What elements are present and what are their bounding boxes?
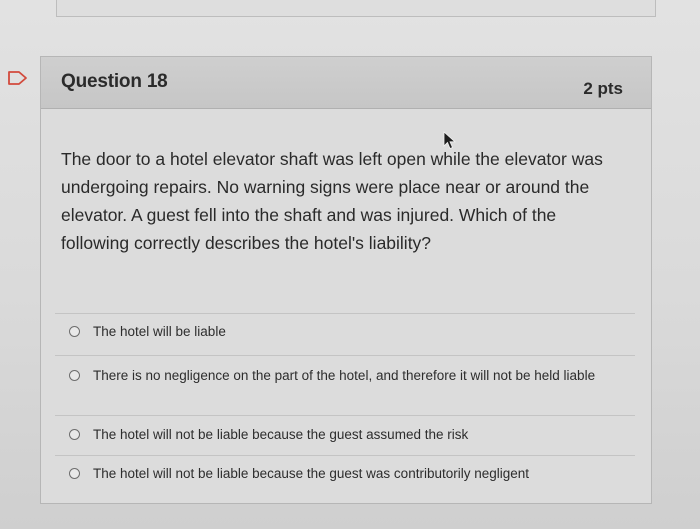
question-title: Question 18 — [61, 71, 168, 92]
question-header: Question 18 2 pts — [41, 57, 651, 109]
answer-label: The hotel will not be liable because the… — [93, 466, 530, 481]
answer-label: The hotel will be liable — [93, 324, 226, 339]
screen: Question 18 2 pts The door to a hotel el… — [0, 0, 700, 529]
radio-unchecked-icon[interactable] — [69, 468, 80, 479]
answer-option[interactable]: The hotel will not be liable because the… — [55, 415, 635, 455]
radio-unchecked-icon[interactable] — [69, 326, 80, 337]
answer-option[interactable]: The hotel will not be liable because the… — [55, 455, 635, 495]
radio-unchecked-icon[interactable] — [69, 370, 80, 381]
answer-label: The hotel will not be liable because the… — [93, 427, 469, 442]
answer-list: The hotel will be liable There is no neg… — [55, 313, 635, 495]
question-card: Question 18 2 pts The door to a hotel el… — [40, 56, 652, 504]
answer-option[interactable]: There is no negligence on the part of th… — [55, 355, 635, 415]
question-points: 2 pts — [583, 79, 623, 98]
radio-unchecked-icon[interactable] — [69, 429, 80, 440]
answer-label: There is no negligence on the part of th… — [93, 368, 596, 383]
question-text: The door to a hotel elevator shaft was l… — [61, 149, 603, 253]
flag-icon[interactable] — [7, 70, 29, 86]
answer-option[interactable]: The hotel will be liable — [55, 313, 635, 355]
previous-question-card — [56, 0, 656, 17]
